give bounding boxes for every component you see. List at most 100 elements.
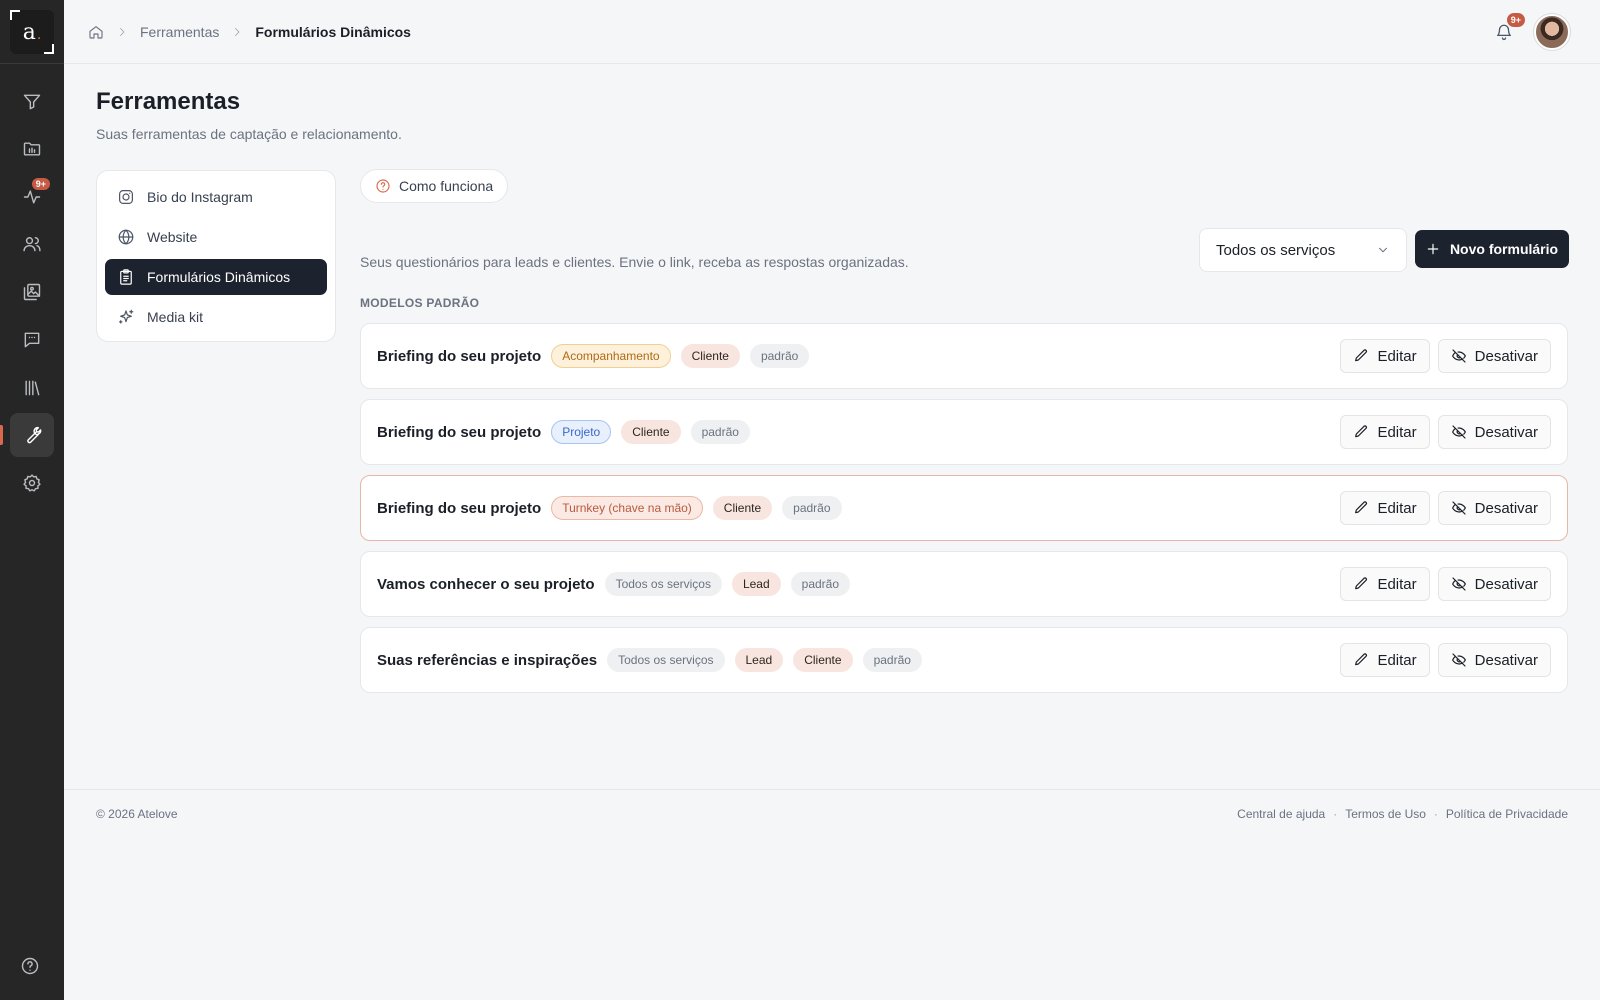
new-form-label: Novo formulário (1449, 241, 1559, 257)
edit-label: Editar (1377, 423, 1417, 441)
disable-button[interactable]: Desativar (1437, 643, 1551, 677)
library-icon (25, 380, 40, 396)
rail-projects-button[interactable] (10, 127, 54, 171)
form-tags: Turnkey (chave na mão) Cliente padrão (551, 496, 1340, 520)
menu-item-instagram-bio[interactable]: Bio do Instagram (105, 179, 327, 215)
pencil-icon (1355, 501, 1368, 514)
pencil-icon (1355, 425, 1368, 438)
tag-badge: Cliente (621, 420, 681, 444)
form-row: Briefing do seu projeto Acompanhamento Cli… (360, 323, 1568, 389)
disable-label: Desativar (1474, 575, 1538, 593)
menu-item-label: Formulários Dinâmicos (147, 269, 291, 285)
rail-help-button[interactable] (20, 956, 44, 980)
form-actions: Editar Desativar (1340, 567, 1551, 601)
instagram-icon (119, 190, 133, 204)
forms-list: Briefing do seu projeto Acompanhamento Cli… (360, 323, 1568, 703)
breadcrumb-current: Formulários Dinâmicos (255, 23, 411, 40)
chevron-right-icon (235, 27, 240, 36)
form-title: Vamos conhecer o seu projeto (377, 575, 595, 593)
edit-label: Editar (1377, 347, 1417, 365)
rail-funnel-button[interactable] (10, 80, 54, 124)
settings-icon (23, 474, 41, 492)
form-row: Vamos conhecer o seu projeto Todos os ser… (360, 551, 1568, 617)
plus-icon (1427, 243, 1439, 255)
clipboard-icon (120, 269, 132, 285)
service-filter-select[interactable]: Todos os serviços (1199, 228, 1407, 272)
footer-links: Central de ajuda · Termos de Uso · Polít… (1237, 807, 1568, 821)
edit-label: Editar (1377, 575, 1417, 593)
tag-badge: Cliente (793, 648, 853, 672)
edit-label: Editar (1377, 499, 1417, 517)
rail-settings-button[interactable] (10, 461, 54, 505)
activity-badge: 9+ (31, 178, 50, 190)
edit-button[interactable]: Editar (1340, 491, 1430, 525)
folder-icon (23, 142, 41, 156)
notifications-button[interactable]: 9+ (1492, 12, 1526, 44)
how-it-works-button[interactable]: Como funciona (360, 169, 509, 203)
help-icon (21, 957, 39, 975)
globe-icon (118, 229, 134, 245)
form-actions: Editar Desativar (1340, 415, 1551, 449)
rail-contacts-button[interactable] (10, 222, 54, 266)
footer-copyright: © 2026 Atelove (96, 807, 178, 821)
footer-separator: · (1333, 807, 1338, 821)
edit-button[interactable]: Editar (1340, 415, 1430, 449)
app-logo[interactable]: a. (10, 10, 54, 54)
logo-letter: a (22, 19, 36, 45)
rail-portfolio-button[interactable] (10, 270, 54, 314)
new-form-button[interactable]: Novo formulário (1415, 230, 1569, 268)
rail-library-button[interactable] (10, 366, 54, 410)
edit-button[interactable]: Editar (1340, 339, 1430, 373)
tag-badge: Cliente (680, 344, 740, 368)
notifications-badge: 9+ (1505, 12, 1526, 28)
form-tags: Projeto Cliente padrão (551, 420, 1340, 444)
tag-badge: padrão (749, 344, 810, 368)
tag-badge: padrão (862, 648, 922, 672)
edit-button[interactable]: Editar (1340, 567, 1430, 601)
edit-button[interactable]: Editar (1340, 643, 1430, 677)
eye-off-icon (1451, 577, 1466, 591)
chevron-right-icon (120, 27, 125, 36)
rail-activity-button[interactable]: 9+ (10, 175, 54, 219)
avatar[interactable] (1534, 14, 1570, 50)
filter-icon (23, 94, 41, 110)
disable-button[interactable]: Desativar (1437, 415, 1551, 449)
eye-off-icon (1451, 425, 1466, 439)
menu-item-website[interactable]: Website (105, 219, 327, 255)
how-it-works-label: Como funciona (399, 178, 494, 194)
breadcrumb-ferramentas[interactable]: Ferramentas (140, 24, 219, 40)
disable-button[interactable]: Desativar (1437, 339, 1551, 373)
tag-badge: Todos os serviços (607, 648, 725, 672)
app-rail: a. 9+ (0, 0, 64, 1000)
form-actions: Editar Desativar (1340, 643, 1551, 677)
breadcrumb: Ferramentas Formulários Dinâmicos (88, 24, 411, 40)
footer-link-privacy[interactable]: Política de Privacidade (1446, 807, 1568, 821)
page-subtitle: Suas ferramentas de captação e relaciona… (96, 126, 402, 142)
menu-item-dynamic-forms[interactable]: Formulários Dinâmicos (105, 259, 327, 295)
service-filter-value: Todos os serviços (1216, 241, 1336, 259)
disable-label: Desativar (1474, 423, 1538, 441)
disable-label: Desativar (1474, 651, 1538, 669)
help-circle-icon (376, 179, 390, 193)
disable-button[interactable]: Desativar (1437, 491, 1551, 525)
menu-item-label: Bio do Instagram (147, 189, 253, 205)
disable-label: Desativar (1474, 499, 1538, 517)
footer-separator: · (1433, 807, 1438, 821)
tag-badge: Cliente (712, 496, 773, 520)
form-title: Briefing do seu projeto (377, 423, 542, 441)
disable-button[interactable]: Desativar (1437, 567, 1551, 601)
form-tags: Todos os serviços Lead padrão (604, 572, 1341, 596)
form-row: Briefing do seu projeto Turnkey (chave na… (360, 475, 1568, 541)
forms-description: Seus questionários para leads e clientes… (360, 254, 909, 270)
form-row: Suas referências e inspirações Todos os s… (360, 627, 1568, 693)
footer-link-help[interactable]: Central de ajuda (1237, 807, 1325, 821)
top-bar: Ferramentas Formulários Dinâmicos 9+ (64, 0, 1600, 64)
home-icon[interactable] (88, 24, 104, 40)
tag-badge: Lead (734, 648, 784, 672)
rail-tools-button[interactable] (0, 413, 54, 457)
rail-messages-button[interactable] (10, 318, 54, 362)
footer-link-terms[interactable]: Termos de Uso (1345, 807, 1426, 821)
rail-divider (0, 63, 64, 64)
menu-item-media-kit[interactable]: Media kit (105, 299, 327, 335)
form-actions: Editar Desativar (1340, 339, 1551, 373)
